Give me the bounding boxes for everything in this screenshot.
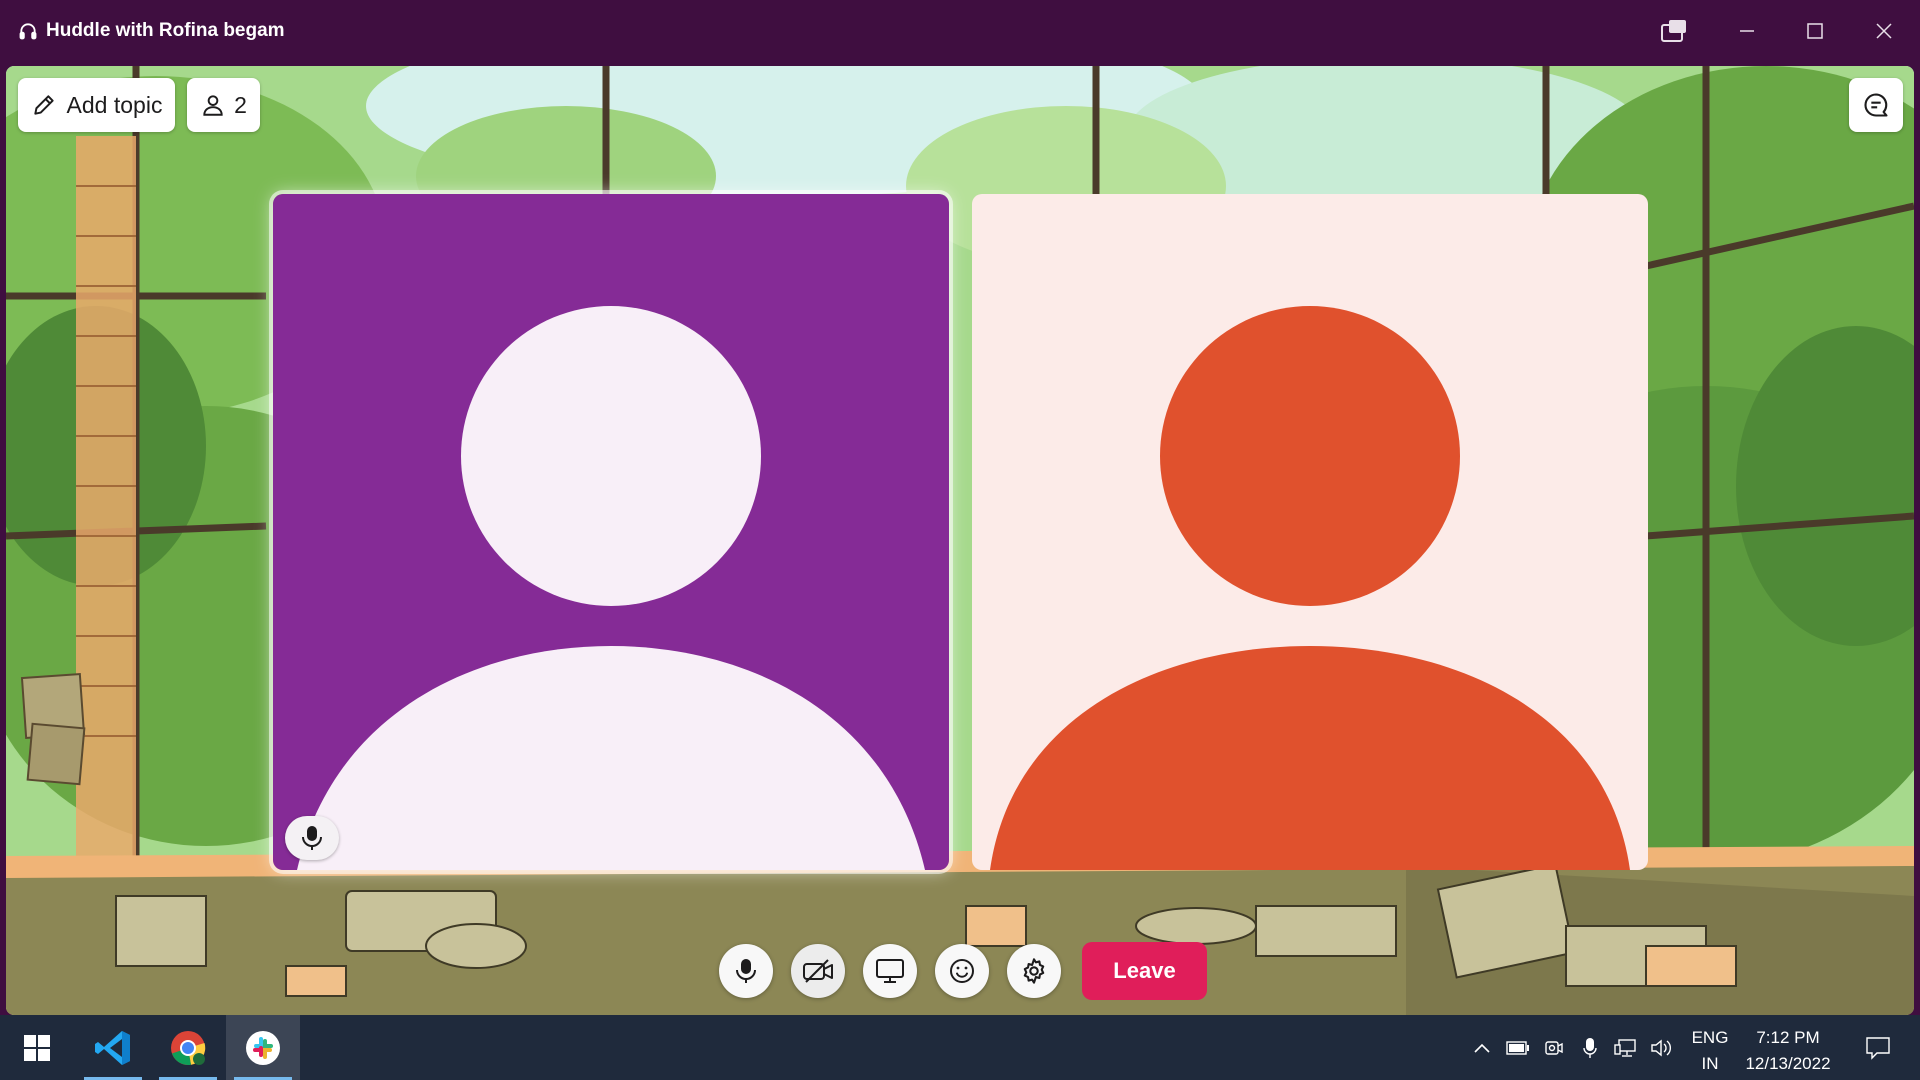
window-title: Huddle with Rofina begam	[18, 0, 285, 62]
vscode-icon	[95, 1030, 130, 1065]
taskbar-clock[interactable]: 7:12 PM 12/13/2022	[1740, 1025, 1836, 1077]
pop-out-icon	[1661, 20, 1686, 42]
person-icon	[203, 95, 223, 116]
participant-tile-2	[972, 194, 1648, 870]
microphone-icon	[1583, 1037, 1597, 1058]
default-avatar-icon	[972, 194, 1648, 870]
microphone-icon	[302, 826, 322, 850]
pop-out-button[interactable]	[1640, 0, 1708, 62]
volume-tray-button[interactable]	[1644, 1015, 1680, 1080]
taskbar: ENG IN 7:12 PM 12/13/2022	[0, 1015, 1920, 1080]
network-tray-button[interactable]	[1608, 1015, 1644, 1080]
language-code: ENG	[1691, 1028, 1729, 1047]
notification-icon	[1866, 1036, 1890, 1060]
microphone-icon	[736, 959, 756, 983]
close-button[interactable]	[1850, 0, 1918, 62]
chrome-icon	[171, 1030, 206, 1065]
reactions-button[interactable]	[935, 944, 989, 998]
clock-time: 7:12 PM	[1756, 1028, 1820, 1047]
huddle-thread-button[interactable]	[1849, 78, 1903, 132]
minimize-button[interactable]	[1713, 0, 1781, 62]
taskbar-vscode[interactable]	[76, 1015, 150, 1080]
microphone-tray-button[interactable]	[1572, 1015, 1608, 1080]
monitor-icon	[876, 959, 904, 983]
title-bar: Huddle with Rofina begam	[0, 0, 1920, 62]
notifications-button[interactable]	[1846, 1015, 1910, 1080]
chat-bubble-icon	[1864, 93, 1888, 117]
input-language-indicator[interactable]: ENG IN	[1688, 1025, 1732, 1077]
start-button[interactable]	[0, 1015, 74, 1080]
smiley-icon	[950, 959, 974, 983]
camera-in-use-icon	[1545, 1040, 1563, 1055]
settings-button[interactable]	[1007, 944, 1061, 998]
leave-button[interactable]: Leave	[1082, 942, 1207, 1000]
share-screen-button[interactable]	[863, 944, 917, 998]
clock-date: 12/13/2022	[1745, 1054, 1831, 1073]
system-tray	[1464, 1015, 1680, 1080]
window-title-text: Huddle with Rofina begam	[46, 20, 285, 41]
network-wired-icon	[1614, 1038, 1636, 1057]
mute-button[interactable]	[719, 944, 773, 998]
headphones-icon	[19, 23, 37, 40]
windows-logo-icon	[24, 1034, 50, 1061]
battery-tray-button[interactable]	[1500, 1015, 1536, 1080]
pencil-icon	[33, 95, 54, 115]
huddle-stage: Add topic 2 Leave	[6, 66, 1914, 1015]
gear-icon	[1023, 958, 1045, 984]
add-topic-label: Add topic	[66, 91, 163, 118]
video-off-icon	[803, 959, 833, 983]
minimize-icon	[1740, 30, 1754, 32]
language-region: IN	[1701, 1054, 1719, 1073]
add-topic-button[interactable]: Add topic	[18, 78, 175, 132]
slack-icon	[246, 1030, 280, 1065]
huddle-controls: Leave	[6, 942, 1914, 1002]
close-icon	[1876, 23, 1892, 39]
participant-tile-1	[273, 194, 949, 870]
battery-icon	[1506, 1040, 1529, 1055]
taskbar-slack[interactable]	[226, 1015, 300, 1080]
default-avatar-icon	[273, 194, 949, 870]
participants-button[interactable]: 2	[187, 78, 260, 132]
speaker-icon	[1651, 1039, 1671, 1056]
participant-mic-indicator	[285, 816, 339, 860]
show-hidden-icons-button[interactable]	[1464, 1015, 1500, 1080]
camera-tray-button[interactable]	[1536, 1015, 1572, 1080]
taskbar-chrome[interactable]	[151, 1015, 225, 1080]
maximize-icon	[1807, 23, 1823, 39]
chevron-up-icon	[1474, 1043, 1490, 1053]
maximize-button[interactable]	[1781, 0, 1849, 62]
video-toggle-button[interactable]	[791, 944, 845, 998]
participant-count: 2	[234, 91, 247, 118]
